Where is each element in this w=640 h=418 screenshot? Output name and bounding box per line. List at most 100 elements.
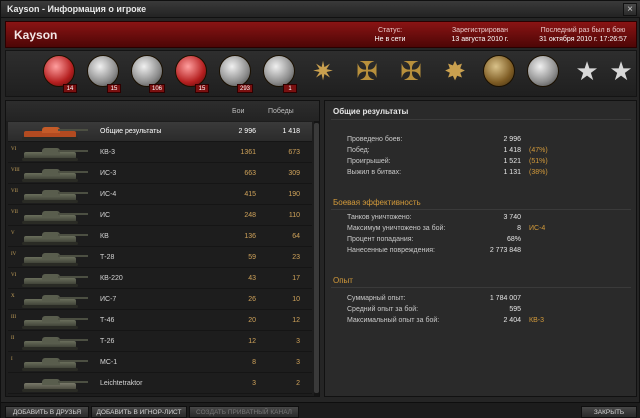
add-ignore-button[interactable]: ДОБАВИТЬ В ИГНОР-ЛИСТ	[91, 406, 187, 418]
column-wins[interactable]: Победы	[268, 108, 294, 115]
tank-icon	[14, 313, 94, 330]
tank-icon	[14, 334, 94, 351]
table-row[interactable]: VII ИС-4 415 190	[8, 185, 312, 205]
close-icon[interactable]: ×	[623, 3, 637, 16]
overall-tank-icon	[14, 124, 94, 141]
medal-8[interactable]: ✠	[348, 55, 386, 93]
scrollbar-thumb[interactable]	[314, 123, 319, 393]
table-row[interactable]: Общие результаты 2 996 1 418	[8, 122, 312, 142]
vehicle-name: ИС-7	[100, 296, 117, 303]
player-header: Kayson Статус: Не в сети Зарегистрирован…	[5, 21, 637, 48]
tank-icon	[14, 208, 94, 225]
table-row[interactable]: IV Т-28 59 23	[8, 248, 312, 268]
tank-icon	[14, 145, 94, 162]
table-row[interactable]: VI КВ-220 43 17	[8, 269, 312, 289]
vehicle-name: Общие результаты	[100, 128, 162, 135]
wins-count: 309	[288, 170, 300, 177]
battles-count: 59	[248, 254, 256, 261]
experience-title: Опыт	[333, 276, 353, 285]
battles-count: 12	[248, 338, 256, 345]
title-bar[interactable]: Kayson - Информация о игроке ×	[1, 1, 640, 18]
table-row[interactable]: VI КВ-3 1361 673	[8, 143, 312, 163]
medal-1[interactable]: 14	[40, 55, 78, 93]
tank-icon	[14, 166, 94, 183]
wins-count: 673	[288, 149, 300, 156]
medal-12[interactable]	[524, 55, 562, 93]
medal-14[interactable]: ★	[602, 55, 640, 93]
table-row[interactable]: X ИС-7 26 10	[8, 290, 312, 310]
wins-count: 12	[292, 317, 300, 324]
medal-13[interactable]: ★	[568, 55, 606, 93]
stat-line: Танков уничтожено: 3 740	[347, 214, 521, 221]
order-star-icon: ✷	[312, 56, 334, 86]
wins-count: 3	[296, 338, 300, 345]
tank-icon	[14, 187, 94, 204]
tank-icon	[14, 229, 94, 246]
table-header: Бои Победы	[6, 101, 319, 121]
laurel-medal-icon	[131, 55, 163, 87]
vehicle-name: Т-46	[100, 317, 115, 324]
player-name: Kayson	[14, 28, 58, 42]
last-battle-label: Последний раз был в бою	[540, 27, 626, 34]
medal-2[interactable]: 15	[84, 55, 122, 93]
table-row[interactable]: I МС-1 8 3	[8, 353, 312, 373]
star-order-icon: ✸	[444, 56, 466, 86]
medal-count: 15	[195, 84, 209, 93]
private-channel-button[interactable]: СОЗДАТЬ ПРИВАТНЫЙ КАНАЛ	[189, 406, 299, 418]
stat-line: Проигрышей: 1 521 (51%)	[347, 158, 548, 165]
window-title: Kayson - Информация о игроке	[7, 4, 147, 14]
medal-9[interactable]: ✠	[392, 55, 430, 93]
table-row[interactable]: V КВ 136 64	[8, 227, 312, 247]
tank-badge-icon	[263, 55, 295, 87]
medal-6[interactable]: 1	[260, 55, 298, 93]
medal-10[interactable]: ✸	[436, 55, 474, 93]
battles-count: 2 996	[238, 128, 256, 135]
status-value: Не в сети	[374, 36, 406, 43]
battles-count: 248	[244, 212, 256, 219]
medal-5[interactable]: 293	[216, 55, 254, 93]
registered-value: 13 августа 2010 г.	[451, 36, 509, 43]
stat-line: Выжил в битвах: 1 131 (38%)	[347, 169, 548, 176]
battles-count: 1361	[240, 149, 256, 156]
close-button[interactable]: ЗАКРЫТЬ	[581, 406, 637, 418]
table-row[interactable]: Leichtetraktor 3 2	[8, 374, 312, 394]
medal-count: 14	[63, 84, 77, 93]
column-battles[interactable]: Бои	[232, 108, 244, 115]
add-friend-button[interactable]: ДОБАВИТЬ В ДРУЗЬЯ	[5, 406, 89, 418]
table-row[interactable]: III Т-46 20 12	[8, 311, 312, 331]
table-row[interactable]: VIII ИС-3 663 309	[8, 164, 312, 184]
player-info-window: Kayson - Информация о игроке × Kayson Ст…	[0, 0, 640, 418]
cross-order-icon: ✠	[356, 56, 378, 86]
last-battle-block: Последний раз был в бою 31 октября 2010 …	[530, 26, 636, 44]
wins-count: 190	[288, 191, 300, 198]
table-scrollbar[interactable]	[314, 121, 319, 396]
silver-star-icon: ★	[575, 56, 599, 86]
shield-medal-icon	[175, 55, 207, 87]
table-row[interactable]: VII ИС 248 110	[8, 206, 312, 226]
tank-icon	[14, 250, 94, 267]
stat-line: Проведено боев: 2 996	[347, 136, 521, 143]
battles-count: 663	[244, 170, 256, 177]
medal-4[interactable]: 15	[172, 55, 210, 93]
tank-medal-icon	[43, 55, 75, 87]
vehicle-name: Т-28	[100, 254, 115, 261]
stat-line: Процент попадания: 68%	[347, 236, 521, 243]
stat-line: Нанесенные повреждения: 2 773 848	[347, 247, 521, 254]
battles-count: 3	[252, 380, 256, 387]
medal-7[interactable]: ✷	[304, 55, 342, 93]
medal-11[interactable]	[480, 55, 518, 93]
wins-count: 2	[296, 380, 300, 387]
divider	[331, 119, 631, 120]
tank-icon	[14, 271, 94, 288]
vehicle-name: КВ	[100, 233, 109, 240]
medal-count: 293	[236, 84, 253, 93]
vehicle-name: Т-26	[100, 338, 115, 345]
portrait-medal-icon	[483, 55, 515, 87]
registered-block: Зарегистрирован 13 августа 2010 г.	[432, 26, 528, 44]
vehicle-name: ИС-3	[100, 170, 117, 177]
medal-3[interactable]: 106	[128, 55, 166, 93]
table-row[interactable]: II Т-26 12 3	[8, 332, 312, 352]
status-label: Статус:	[377, 27, 403, 34]
tank-icon	[14, 292, 94, 309]
summary-panel: Общие результаты Проведено боев: 2 996 По…	[324, 100, 637, 397]
